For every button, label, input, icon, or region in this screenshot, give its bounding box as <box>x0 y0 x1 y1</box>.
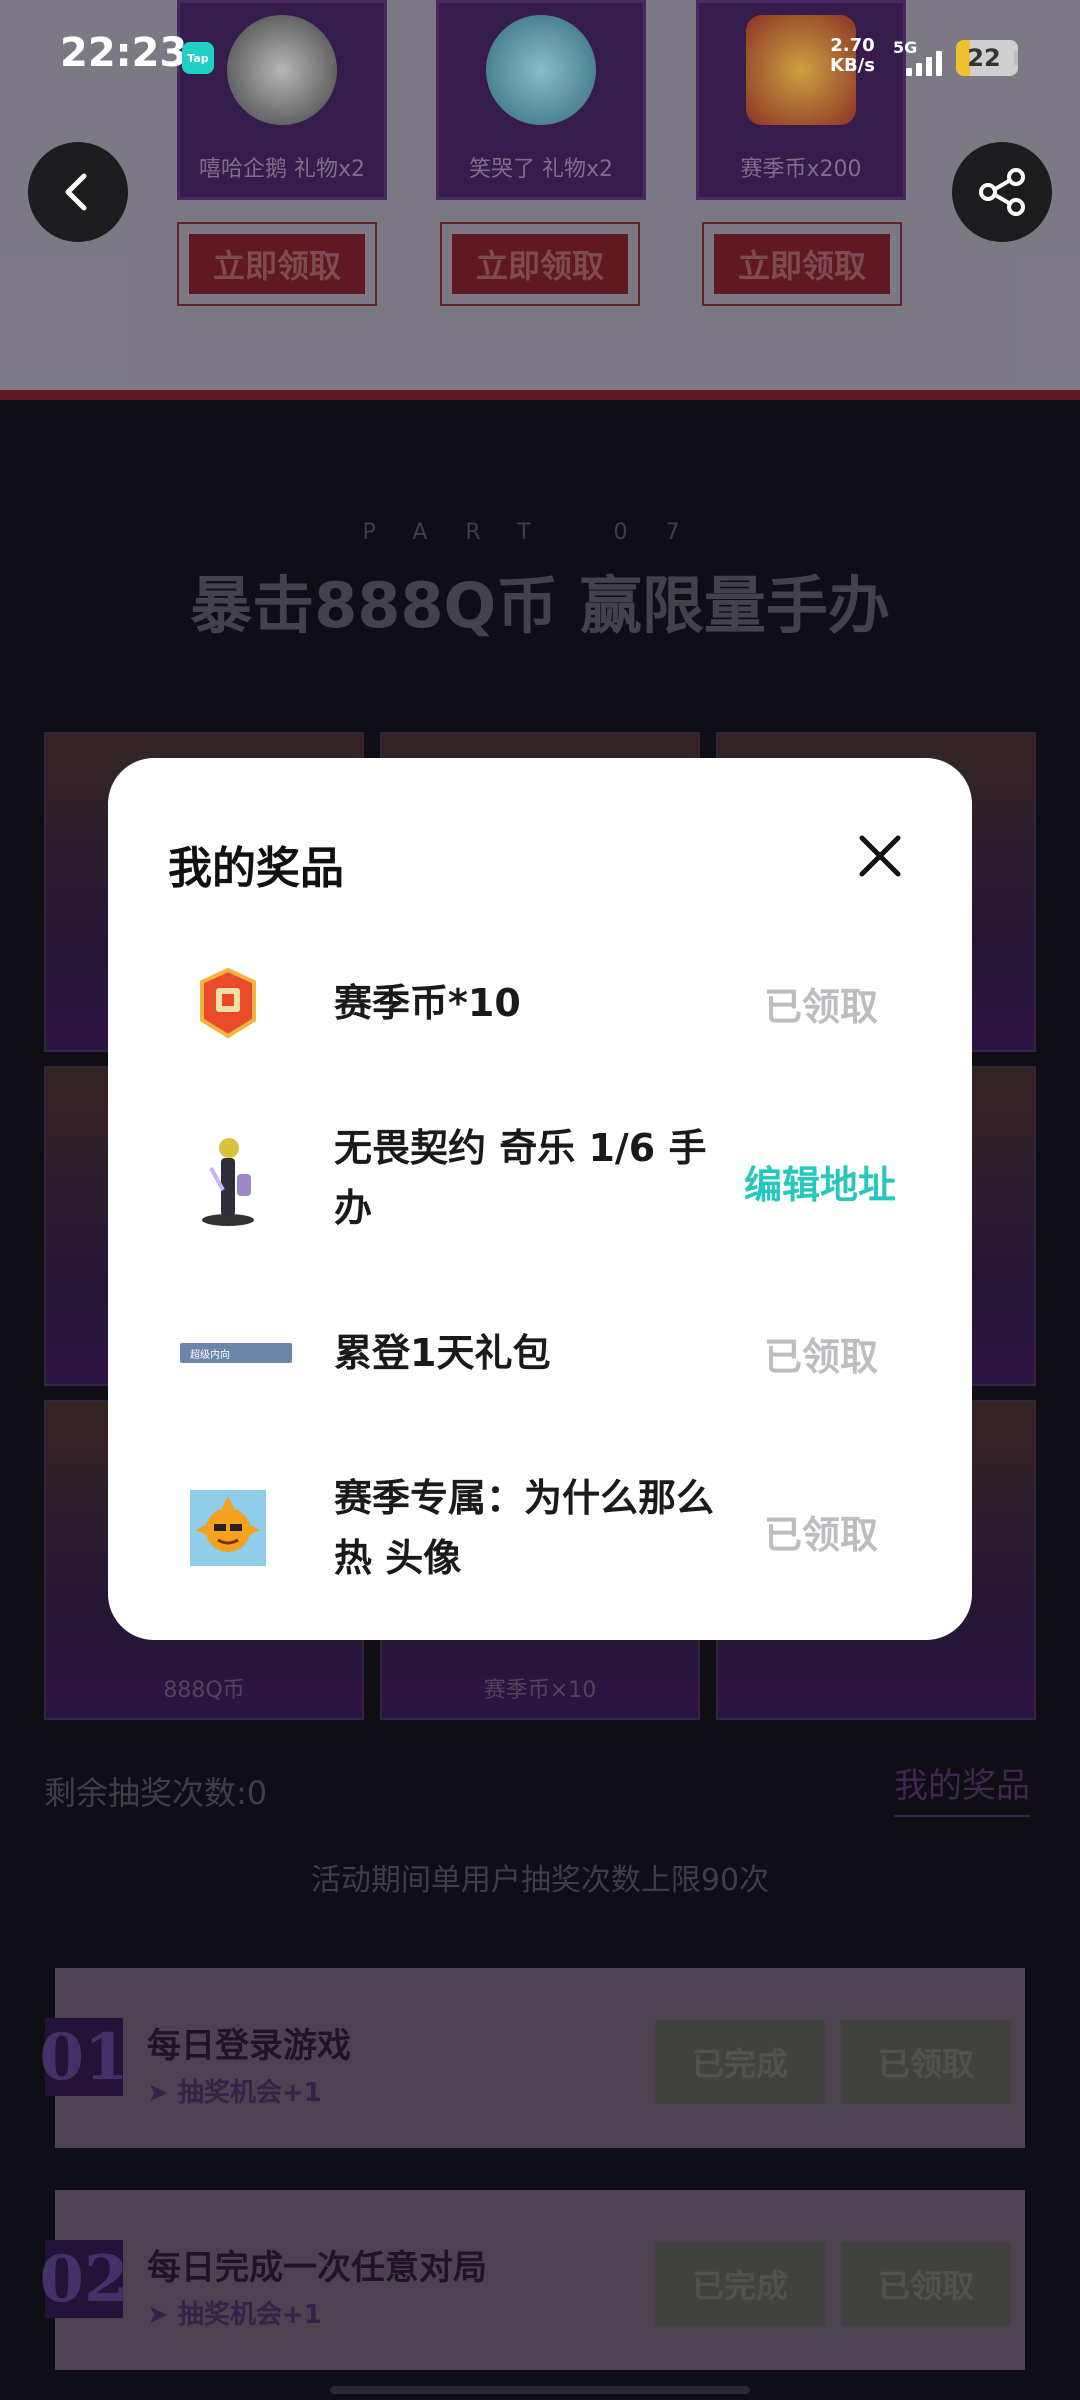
close-icon <box>859 835 901 877</box>
prize-name: 赛季币*10 <box>334 981 521 1025</box>
network-speed: 2.70 KB/s <box>830 35 875 76</box>
sun-avatar-icon <box>168 1458 288 1598</box>
battery-icon: 22 <box>956 40 1018 76</box>
prize-name: 无畏契约 奇乐 1/6 手办 <box>334 1126 707 1230</box>
share-button[interactable] <box>952 142 1052 242</box>
back-button[interactable] <box>28 142 128 242</box>
status-time: 22:23 <box>60 30 188 76</box>
chevron-left-icon <box>65 173 87 211</box>
modal-title: 我的奖品 <box>168 843 344 894</box>
edit-address-button[interactable]: 编辑地址 <box>744 1154 896 1209</box>
season-coin-icon <box>168 948 288 1058</box>
card-banner-icon: 超级内向 <box>180 1298 292 1408</box>
close-button[interactable] <box>856 832 904 880</box>
claimed-status: 已领取 <box>764 1513 879 1557</box>
my-prizes-modal: 我的奖品 赛季币*10 已领取 无畏契约 奇乐 1/6 手办 编辑地址 超级内向… <box>108 758 972 1640</box>
claimed-status: 已领取 <box>764 985 879 1029</box>
prize-name: 累登1天礼包 <box>334 1331 551 1375</box>
figure-icon <box>168 1108 288 1248</box>
claimed-status: 已领取 <box>764 1335 879 1379</box>
prize-name: 赛季专属：为什么那么热 头像 <box>334 1476 715 1580</box>
tap-app-icon: Tap <box>182 42 214 74</box>
prize-row: 超级内向 累登1天礼包 已领取 <box>108 1298 972 1408</box>
prize-row: 赛季专属：为什么那么热 头像 已领取 <box>108 1458 972 1598</box>
prize-row: 赛季币*10 已领取 <box>108 948 972 1058</box>
prize-row: 无畏契约 奇乐 1/6 手办 编辑地址 <box>108 1108 972 1248</box>
share-icon <box>979 168 1025 216</box>
signal-icon <box>906 50 942 76</box>
